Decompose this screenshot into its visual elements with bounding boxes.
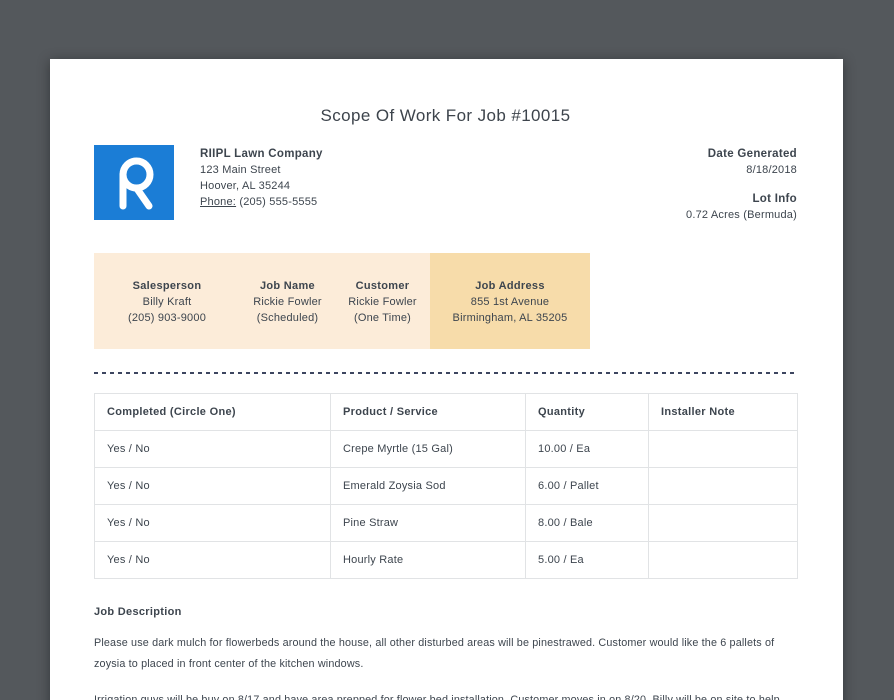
salesperson-phone: (205) 903-9000	[127, 312, 207, 324]
viewer-canvas: Scope Of Work For Job #10015 RIIPL Lawn …	[0, 0, 894, 700]
completed-cell: Yes / No	[94, 541, 331, 579]
customer-type: (One Time)	[353, 312, 411, 324]
company-name: RIIPL Lawn Company	[200, 148, 323, 160]
summary-cell-job-name: Job Name Rickie Fowler (Scheduled)	[240, 253, 335, 349]
page-title: Scope Of Work For Job #10015	[320, 106, 571, 125]
quantity-cell: 5.00 / Ea	[525, 541, 649, 579]
job-summary-band: Salesperson Billy Kraft (205) 903-9000 J…	[94, 253, 590, 349]
product-cell: Crepe Myrtle (15 Gal)	[330, 430, 526, 468]
company-address-line2: Hoover, AL 35244	[200, 180, 291, 192]
quantity-cell: 6.00 / Pallet	[525, 467, 649, 505]
installer-note-cell	[648, 430, 798, 468]
salesperson-label: Salesperson	[132, 280, 202, 292]
lot-info-label: Lot Info	[752, 193, 797, 205]
scope-of-work-table: Completed (Circle One) Product / Service…	[94, 393, 798, 579]
installer-note-cell	[648, 467, 798, 505]
table-row: Yes / No Crepe Myrtle (15 Gal) 10.00 / E…	[94, 430, 798, 468]
job-description-paragraph: Irrigation guys will be buy on 8/17 and …	[94, 694, 780, 700]
job-address-line1: 855 1st Avenue	[470, 296, 550, 308]
date-generated-label: Date Generated	[707, 148, 797, 160]
job-description-paragraph: Please use dark mulch for flowerbeds aro…	[94, 637, 775, 670]
installer-note-cell	[648, 504, 798, 542]
job-address-label: Job Address	[475, 280, 545, 292]
installer-note-cell	[648, 541, 798, 579]
completed-cell: Yes / No	[94, 430, 331, 468]
table-row: Yes / No Emerald Zoysia Sod 6.00 / Palle…	[94, 467, 798, 505]
customer-name: Rickie Fowler	[348, 296, 417, 308]
document-meta: Date Generated 8/18/2018 Lot Info 0.72 A…	[686, 145, 797, 223]
company-phone: Phone: (205) 555-5555	[200, 194, 323, 210]
header-quantity: Quantity	[525, 393, 649, 431]
company-logo	[94, 145, 174, 220]
document-header: RIIPL Lawn Company 123 Main Street Hoove…	[94, 145, 797, 223]
company-address-line1: 123 Main Street	[200, 164, 281, 176]
table-row: Yes / No Pine Straw 8.00 / Bale	[94, 504, 798, 542]
header-completed: Completed (Circle One)	[94, 393, 331, 431]
quantity-cell: 8.00 / Bale	[525, 504, 649, 542]
date-generated-value: 8/18/2018	[746, 164, 797, 176]
product-cell: Pine Straw	[330, 504, 526, 542]
job-name-value: Rickie Fowler	[253, 296, 322, 308]
document-page: Scope Of Work For Job #10015 RIIPL Lawn …	[50, 59, 843, 700]
job-address-line2: Birmingham, AL 35205	[452, 312, 568, 324]
dotted-divider	[94, 372, 797, 374]
salesperson-name: Billy Kraft	[142, 296, 192, 308]
meta-spacer	[686, 178, 797, 191]
completed-cell: Yes / No	[94, 504, 331, 542]
summary-cell-job-address: Job Address 855 1st Avenue Birmingham, A…	[430, 253, 590, 349]
table-row: Yes / No Hourly Rate 5.00 / Ea	[94, 541, 798, 579]
page-content: Scope Of Work For Job #10015 RIIPL Lawn …	[50, 106, 843, 700]
riipl-r-icon	[119, 157, 154, 209]
job-name-label: Job Name	[260, 280, 315, 292]
job-description-heading: Job Description	[94, 606, 182, 618]
company-info: RIIPL Lawn Company 123 Main Street Hoove…	[200, 145, 323, 210]
summary-cell-salesperson: Salesperson Billy Kraft (205) 903-9000	[94, 253, 240, 349]
completed-cell: Yes / No	[94, 467, 331, 505]
header-product-service: Product / Service	[330, 393, 526, 431]
summary-cell-customer: Customer Rickie Fowler (One Time)	[335, 253, 430, 349]
phone-label: Phone:	[200, 196, 237, 208]
quantity-cell: 10.00 / Ea	[525, 430, 649, 468]
header-installer-note: Installer Note	[648, 393, 798, 431]
customer-label: Customer	[355, 280, 410, 292]
phone-value: (205) 555-5555	[239, 196, 318, 208]
product-cell: Emerald Zoysia Sod	[330, 467, 526, 505]
job-status: (Scheduled)	[256, 312, 319, 324]
lot-info-value: 0.72 Acres (Bermuda)	[686, 209, 797, 221]
product-cell: Hourly Rate	[330, 541, 526, 579]
table-header-row: Completed (Circle One) Product / Service…	[94, 393, 798, 431]
